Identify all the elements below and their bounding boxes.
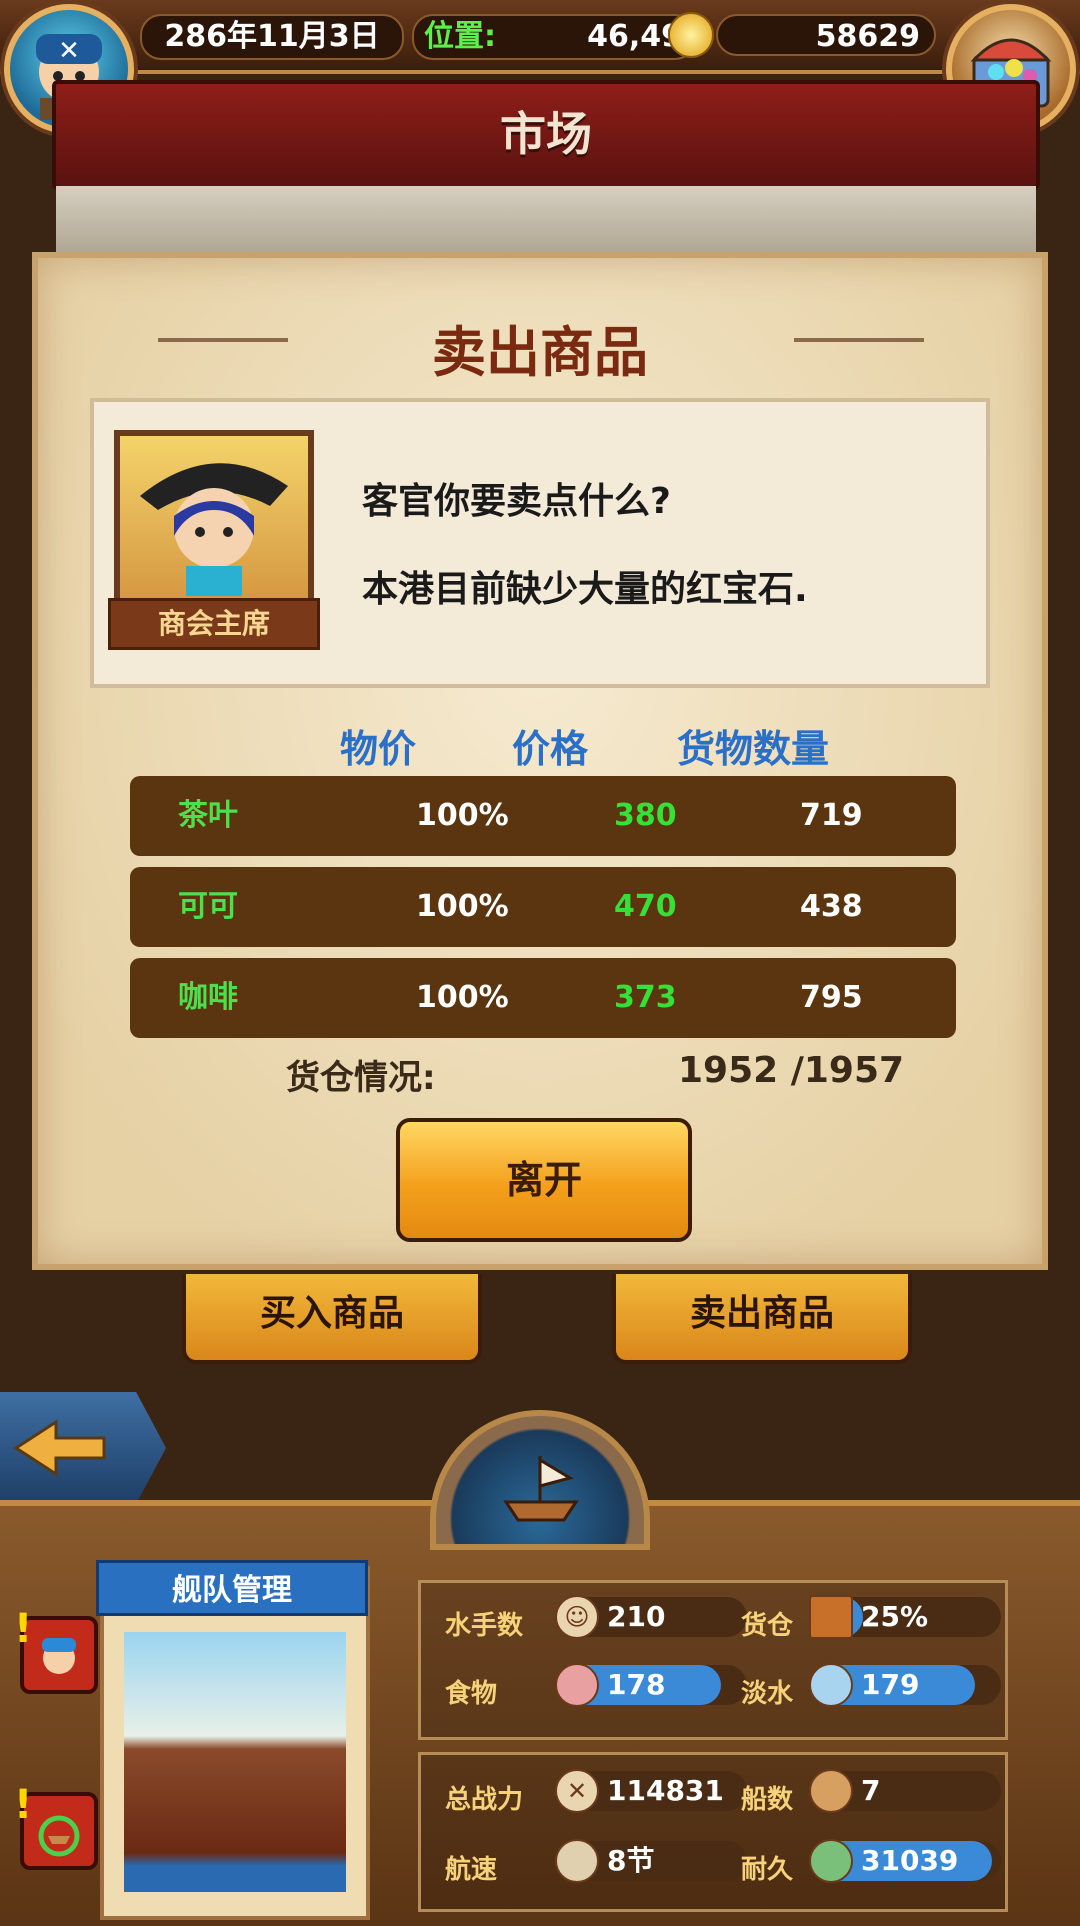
npc-greeting: 客官你要卖点什么? [362,481,671,522]
stat-label: 耐久 [741,1855,794,1885]
page-title: 市场 [52,80,1040,190]
goods-price: 470 [614,889,677,924]
ship-wheel-button[interactable] [430,1410,650,1550]
stat-label: 淡水 [741,1679,794,1709]
goods-name: 咖啡 [178,980,238,1015]
ship-cutaway-image[interactable] [124,1632,346,1892]
column-price-index: 物价 [339,727,416,771]
date-text: 286年11月3日 [164,19,380,54]
merchant-character-icon [140,463,288,596]
stat-bar: 178 [555,1663,747,1707]
leave-button[interactable]: 离开 [396,1118,692,1242]
goods-price-index: 100% [416,798,509,833]
exclamation-icon: ! [14,1782,33,1828]
ship-icon [503,1456,579,1522]
top-status-bar: 286年11月3日 位置: 46,49 58629 [0,0,1080,74]
stat-label: 航速 [445,1855,498,1885]
position-label: 位置: [424,19,496,54]
water-jug-icon [809,1663,853,1707]
stat-label: 水手数 [445,1611,524,1641]
stat-bar: ✕ 114831 [555,1769,747,1813]
stat-value: 25% [861,1600,929,1633]
gold-display: 58629 [716,14,936,56]
buy-goods-button[interactable]: 买入商品 [182,1274,482,1364]
stat-value: 114831 [607,1774,724,1807]
crossed-swords-icon: ✕ [555,1769,599,1813]
date-display: 286年11月3日 [140,14,404,60]
ship-repair-icon [809,1839,853,1883]
stat-bar: 31039 [809,1839,1001,1883]
goods-name: 可可 [178,889,238,924]
ship-cycle-icon [38,1815,80,1857]
goods-quantity: 795 [800,980,863,1015]
sell-goods-button[interactable]: 卖出商品 [612,1274,912,1364]
back-button[interactable] [0,1392,166,1504]
goods-price: 373 [614,980,677,1015]
goods-row[interactable]: 可可 100% 470 438 [130,867,956,947]
stat-bar: 25% [809,1595,1001,1639]
stat-value: 31039 [861,1844,959,1877]
svg-text:✕: ✕ [58,36,80,66]
sailor-icon: ☺ [555,1595,599,1639]
stat-bar: 8节 [555,1839,747,1883]
goods-price-index: 100% [416,980,509,1015]
stat-value: 210 [607,1600,666,1633]
dialog-title: 卖出商品 [432,321,648,384]
npc-title-label: 商会主席 [108,598,320,650]
goods-name: 茶叶 [178,798,238,833]
supplies-stats: 水手数 ☺ 210 货仓 25% 食物 178 淡水 179 [418,1580,1008,1740]
ship-alert-button[interactable]: ! [14,1782,98,1870]
sell-goods-dialog: 卖出商品 商会主席 客官你要卖点什么? 本港目前缺少大量的红宝石. 物价 价格 … [32,252,1048,1270]
stat-value: 7 [861,1774,881,1807]
fleet-management-title[interactable]: 舰队管理 [96,1560,368,1616]
position-display: 位置: 46,49 [412,14,696,60]
column-price: 价格 [511,727,588,771]
stat-value: 8节 [607,1844,655,1877]
stat-bar: 7 [809,1769,1001,1813]
goods-quantity: 438 [800,889,863,924]
back-arrow-icon [13,1419,106,1477]
goods-row[interactable]: 茶叶 100% 380 719 [130,776,956,856]
stat-label: 船数 [741,1785,794,1815]
column-quantity: 货物数量 [676,727,829,771]
gold-coin-icon [668,12,714,58]
crate-icon [809,1595,853,1639]
fleet-stats: 总战力 ✕ 114831 船数 7 航速 8节 耐久 31039 [418,1752,1008,1912]
meat-icon [555,1663,599,1707]
stat-value: 179 [861,1668,920,1701]
stat-label: 食物 [445,1679,498,1709]
boat-icon [809,1769,853,1813]
goods-price: 380 [614,798,677,833]
sail-icon [555,1839,599,1883]
sailor-alert-button[interactable]: ! [14,1606,98,1694]
stat-label: 总战力 [445,1785,524,1815]
sailor-icon [42,1638,76,1674]
goods-row[interactable]: 咖啡 100% 373 795 [130,958,956,1038]
gold-amount: 58629 [815,19,920,54]
stat-bar: 179 [809,1663,1001,1707]
npc-hint: 本港目前缺少大量的红宝石. [362,569,808,610]
stat-value: 178 [607,1668,666,1701]
stat-label: 货仓 [741,1611,794,1641]
stat-bar: ☺ 210 [555,1595,747,1639]
npc-message-box: 商会主席 客官你要卖点什么? 本港目前缺少大量的红宝石. [90,398,990,688]
cargo-hold-value: 1952 /1957 [678,1050,905,1091]
goods-quantity: 719 [800,798,863,833]
exclamation-icon: ! [14,1606,33,1652]
goods-price-index: 100% [416,889,509,924]
cargo-hold-label: 货仓情况: [286,1058,436,1098]
